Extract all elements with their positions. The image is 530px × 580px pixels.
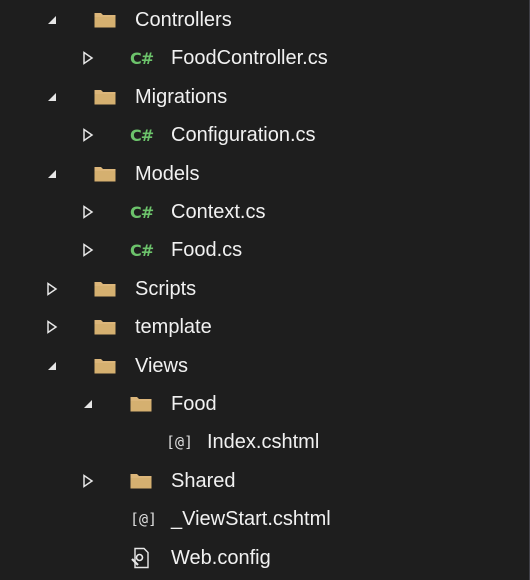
tree-item-label: FoodController.cs (171, 47, 328, 70)
tree-item-models[interactable]: Models (0, 155, 529, 193)
tree-item-web-config[interactable]: Web.config (0, 539, 529, 577)
config-file-icon (130, 539, 152, 577)
tree-item-label: _ViewStart.cshtml (171, 508, 331, 531)
tree-item-label: Controllers (135, 9, 232, 31)
folder-icon (94, 1, 116, 39)
tree-item-food-cs[interactable]: C# Food.cs (0, 231, 529, 269)
collapsed-arrow-icon[interactable] (78, 193, 98, 231)
razor-file-icon-text: [@] (166, 433, 194, 452)
folder-icon (130, 462, 152, 500)
tree-item-foodcontroller-cs[interactable]: C# FoodController.cs (0, 39, 529, 77)
tree-item-viewstart-cshtml[interactable]: [@] _ViewStart.cshtml (0, 500, 529, 538)
folder-icon (130, 385, 152, 423)
tree-item-label: Models (135, 162, 200, 185)
tree-item-label: Food (171, 393, 217, 415)
csharp-file-icon: C# (130, 193, 154, 231)
csharp-file-icon: C# (130, 231, 154, 269)
tree-item-label: Shared (171, 469, 236, 492)
tree-item-views[interactable]: Views (0, 347, 529, 385)
csharp-file-icon-text: C# (130, 48, 154, 68)
tree-item-controllers[interactable]: Controllers (0, 1, 529, 39)
razor-file-icon-text: [@] (130, 510, 158, 529)
tree-item-label: Views (135, 354, 188, 377)
folder-icon (94, 308, 116, 346)
tree-item-scripts[interactable]: Scripts (0, 270, 529, 308)
tree-item-shared[interactable]: Shared (0, 462, 529, 500)
collapsed-arrow-icon[interactable] (42, 270, 62, 308)
solution-explorer-tree: Controllers C# FoodController.cs Migrations… (0, 0, 530, 580)
tree-item-template[interactable]: template (0, 308, 529, 346)
tree-item-label: Migrations (135, 85, 228, 108)
folder-icon (94, 270, 116, 308)
razor-file-icon: [@] (130, 500, 157, 538)
tree-item-index-cshtml[interactable]: [@] Index.cshtml (0, 423, 529, 461)
tree-item-label: Index.cshtml (207, 431, 320, 454)
tree-item-label: Context.cs (171, 201, 266, 223)
razor-file-icon: [@] (166, 423, 193, 461)
collapsed-arrow-icon[interactable] (42, 308, 62, 346)
tree-item-label: Configuration.cs (171, 124, 316, 147)
tree-item-label: Scripts (135, 277, 197, 300)
folder-icon (94, 78, 116, 116)
csharp-file-icon: C# (130, 116, 154, 154)
csharp-file-icon-text: C# (130, 202, 154, 222)
csharp-file-icon-text: C# (130, 240, 154, 260)
tree-item-food[interactable]: Food (0, 385, 529, 423)
expanded-arrow-icon[interactable] (42, 1, 62, 39)
expanded-arrow-icon[interactable] (42, 155, 62, 193)
tree-item-migrations[interactable]: Migrations (0, 78, 529, 116)
csharp-file-icon-text: C# (130, 125, 154, 145)
folder-icon (94, 347, 116, 385)
expanded-arrow-icon[interactable] (42, 78, 62, 116)
csharp-file-icon: C# (130, 39, 154, 77)
folder-icon (94, 155, 116, 193)
tree-item-label: Web.config (171, 546, 271, 569)
expanded-arrow-icon[interactable] (42, 347, 62, 385)
tree-item-context-cs[interactable]: C# Context.cs (0, 193, 529, 231)
collapsed-arrow-icon[interactable] (78, 462, 98, 500)
expanded-arrow-icon[interactable] (78, 385, 98, 423)
collapsed-arrow-icon[interactable] (78, 116, 98, 154)
collapsed-arrow-icon[interactable] (78, 39, 98, 77)
tree-item-label: template (135, 316, 212, 339)
tree-item-configuration-cs[interactable]: C# Configuration.cs (0, 116, 529, 154)
tree-item-label: Food.cs (171, 239, 243, 262)
collapsed-arrow-icon[interactable] (78, 231, 98, 269)
